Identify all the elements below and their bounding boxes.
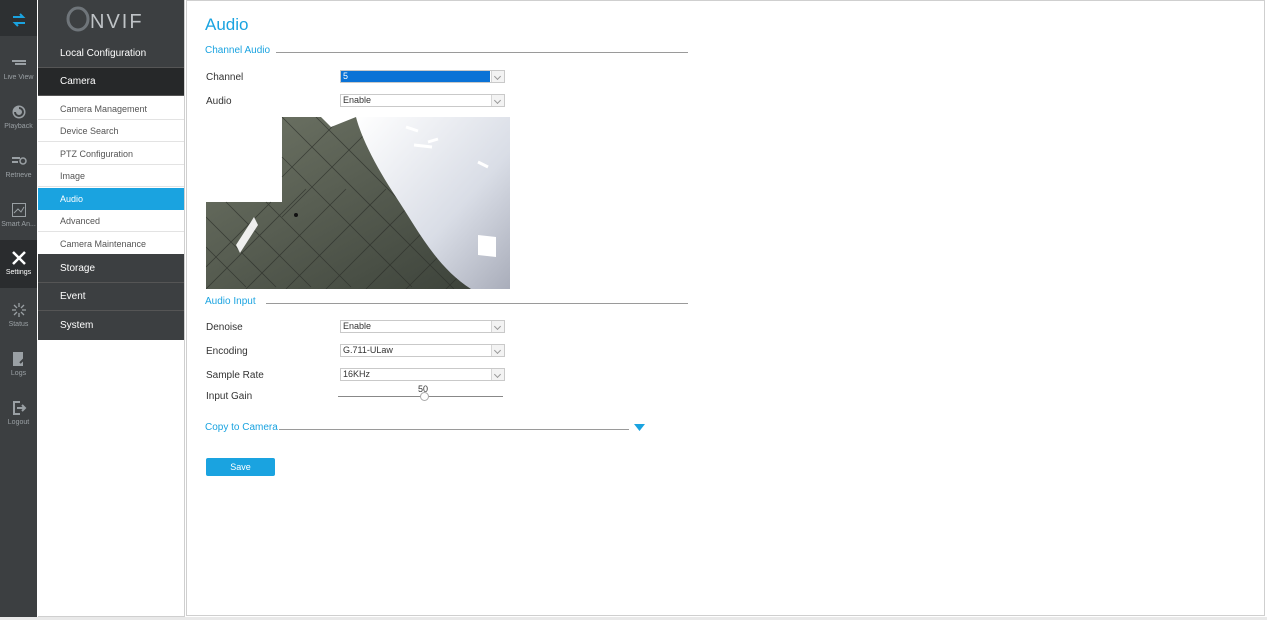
menu-local-configuration[interactable]: Local Configuration: [38, 40, 184, 68]
logout-icon: [12, 401, 26, 415]
input-gain-slider-handle[interactable]: [420, 392, 429, 401]
rail-label: Logout: [7, 419, 30, 426]
menu-device-search[interactable]: Device Search: [38, 120, 184, 142]
onvif-logo: NVIF: [38, 0, 184, 40]
chevron-down-icon: [491, 369, 504, 380]
channel-audio-section: Channel Audio: [205, 45, 688, 59]
section-title: Copy to Camera: [205, 422, 278, 433]
icon-rail: Live View Playback Retrieve Smart An... …: [0, 0, 37, 620]
menu-image[interactable]: Image: [38, 165, 184, 187]
channel-value: 5: [341, 71, 490, 82]
live-view-icon: [11, 60, 26, 65]
svg-text:NVIF: NVIF: [90, 11, 144, 33]
audio-select[interactable]: Enable: [340, 94, 505, 107]
rail-item-retrieve[interactable]: Retrieve: [0, 153, 37, 201]
logs-icon: [12, 352, 26, 366]
settings-icon: [11, 251, 26, 265]
menu-camera-maintenance[interactable]: Camera Maintenance: [38, 233, 184, 255]
section-divider: [279, 429, 629, 430]
sample-rate-select[interactable]: 16KHz: [340, 368, 505, 381]
settings-menu: NVIF Local Configuration Camera Camera M…: [38, 0, 185, 617]
save-button[interactable]: Save: [206, 458, 275, 476]
smart-analytics-icon: [11, 203, 26, 217]
rail-item-logout[interactable]: Logout: [0, 400, 37, 448]
sample-rate-value: 16KHz: [343, 369, 371, 379]
menu-advanced[interactable]: Advanced: [38, 210, 184, 232]
audio-input-section: Audio Input: [205, 296, 688, 310]
rail-label: Retrieve: [5, 172, 32, 179]
denoise-label: Denoise: [206, 322, 243, 333]
rail-label: Logs: [10, 370, 27, 377]
input-gain-label: Input Gain: [206, 391, 253, 402]
menu-ptz-configuration[interactable]: PTZ Configuration: [38, 143, 184, 165]
rail-label: Smart An...: [1, 221, 36, 228]
audio-label: Audio: [206, 96, 232, 107]
retrieve-icon: [11, 157, 27, 165]
encoding-select[interactable]: G.711-ULaw: [340, 344, 505, 357]
section-title: Channel Audio: [205, 45, 271, 56]
audio-value: Enable: [343, 95, 372, 105]
section-divider: [266, 303, 688, 304]
rail-item-playback[interactable]: Playback: [0, 104, 37, 152]
status-icon: [11, 303, 26, 317]
sample-rate-label: Sample Rate: [206, 370, 264, 381]
rail-label: Live View: [3, 74, 34, 81]
camera-preview: [206, 117, 510, 289]
chevron-down-icon: [491, 345, 504, 356]
menu-system[interactable]: System: [38, 311, 184, 340]
rail-item-status[interactable]: Status: [0, 302, 37, 350]
page-title: Audio: [205, 15, 249, 34]
rail-item-settings[interactable]: Settings: [0, 240, 37, 288]
rail-label: Settings: [5, 269, 32, 276]
onvif-logo-graphic: NVIF: [66, 6, 144, 33]
denoise-value: Enable: [343, 321, 372, 331]
rail-item-live-view[interactable]: Live View: [0, 55, 37, 103]
encoding-label: Encoding: [206, 346, 248, 357]
channel-select[interactable]: 5: [340, 70, 505, 83]
playback-icon: [12, 105, 25, 119]
menu-storage[interactable]: Storage: [38, 254, 184, 283]
switch-arrows-icon: [12, 13, 25, 27]
channel-label: Channel: [206, 72, 244, 83]
rail-label: Status: [8, 321, 29, 328]
menu-camera-management[interactable]: Camera Management: [38, 98, 184, 120]
expand-triangle-icon[interactable]: [634, 424, 646, 432]
menu-camera[interactable]: Camera: [38, 68, 184, 96]
chevron-down-icon: [491, 95, 504, 106]
encoding-value: G.711-ULaw: [343, 345, 393, 355]
section-title: Audio Input: [205, 296, 256, 307]
menu-event[interactable]: Event: [38, 283, 184, 311]
chevron-down-icon: [491, 321, 504, 332]
switch-view-button[interactable]: [0, 12, 37, 36]
copy-to-camera-section[interactable]: Copy to Camera: [205, 422, 650, 436]
denoise-select[interactable]: Enable: [340, 320, 505, 333]
menu-audio[interactable]: Audio: [38, 188, 184, 210]
rail-item-logs[interactable]: Logs: [0, 351, 37, 399]
rail-label: Playback: [4, 123, 33, 130]
section-divider: [276, 52, 688, 53]
chevron-down-icon: [491, 71, 504, 82]
